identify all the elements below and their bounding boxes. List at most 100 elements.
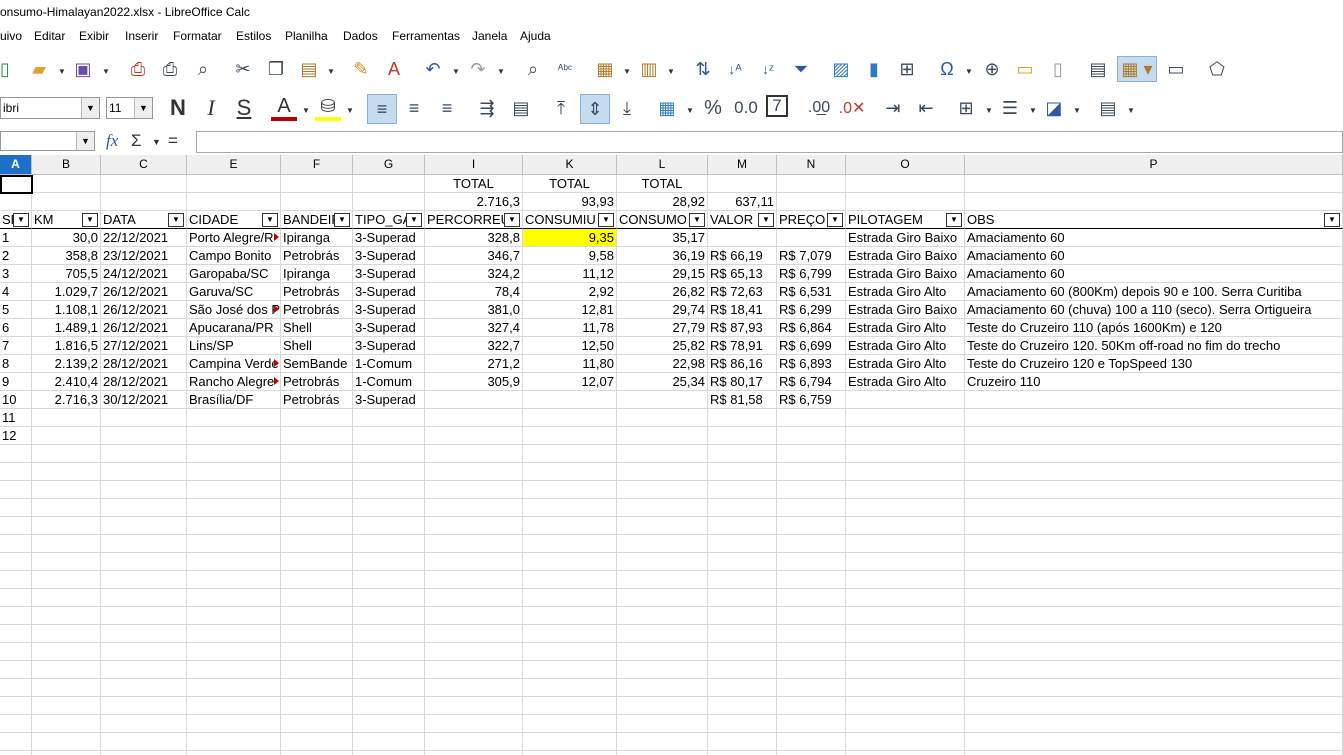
empty-cell[interactable] — [281, 679, 353, 697]
data-cell-r6-I[interactable]: 327,4 — [425, 319, 523, 337]
empty-cell[interactable] — [32, 535, 101, 553]
data-cell-r6-K[interactable]: 11,78 — [523, 319, 617, 337]
currency-dropdown-icon[interactable]: ▼ — [686, 106, 694, 115]
empty-cell[interactable] — [0, 553, 32, 571]
autofilter-button-E[interactable]: ▼ — [262, 213, 278, 227]
empty-cell[interactable] — [281, 481, 353, 499]
data-cell-r4-M[interactable]: R$ 72,63 — [708, 283, 777, 301]
empty-cell[interactable] — [523, 445, 617, 463]
empty-cell[interactable] — [708, 553, 777, 571]
font-name-dropdown-icon[interactable]: ▼ — [81, 98, 99, 118]
data-cell-r11-L[interactable] — [617, 409, 708, 427]
menu-item-5[interactable]: Estilos — [236, 29, 271, 43]
data-cell-r6-N[interactable]: R$ 6,864 — [777, 319, 846, 337]
empty-cell[interactable] — [523, 715, 617, 733]
autofilter-button-F[interactable]: ▼ — [334, 213, 350, 227]
empty-cell[interactable] — [32, 661, 101, 679]
data-cell-r9-G[interactable]: 1-Comum — [353, 373, 425, 391]
conditional-format-dropdown-icon[interactable]: ▼ — [1127, 106, 1135, 115]
paste-dropdown-icon[interactable]: ▼ — [327, 67, 335, 76]
data-cell-r7-L[interactable]: 25,82 — [617, 337, 708, 355]
autofilter-button-G[interactable]: ▼ — [406, 213, 422, 227]
date-format-icon[interactable]: 7 — [766, 95, 788, 117]
empty-cell[interactable] — [32, 625, 101, 643]
empty-cell[interactable] — [617, 589, 708, 607]
empty-cell[interactable] — [32, 517, 101, 535]
data-cell-r4-B[interactable]: 1.029,7 — [32, 283, 101, 301]
empty-cell[interactable] — [965, 733, 1343, 751]
empty-cell[interactable] — [281, 625, 353, 643]
column-header-E[interactable]: E — [187, 155, 281, 175]
data-cell-r4-O[interactable]: Estrada Giro Alto — [846, 283, 965, 301]
sum-icon[interactable]: Σ — [131, 131, 142, 151]
data-cell-r9-I[interactable]: 305,9 — [425, 373, 523, 391]
sum-cell-K[interactable]: 93,93 — [523, 193, 617, 211]
empty-cell[interactable] — [965, 661, 1343, 679]
empty-cell[interactable] — [846, 553, 965, 571]
totals-cell-C[interactable] — [101, 175, 187, 193]
data-cell-r12-O[interactable] — [846, 427, 965, 445]
empty-cell[interactable] — [708, 589, 777, 607]
data-cell-r4-N[interactable]: R$ 6,531 — [777, 283, 846, 301]
data-cell-r4-G[interactable]: 3-Superad — [353, 283, 425, 301]
empty-cell[interactable] — [187, 679, 281, 697]
data-cell-r11-G[interactable] — [353, 409, 425, 427]
empty-cell[interactable] — [425, 517, 523, 535]
menu-item-7[interactable]: Dados — [343, 29, 378, 43]
name-box-dropdown-icon[interactable]: ▼ — [76, 132, 94, 150]
autofilter-button-O[interactable]: ▼ — [946, 213, 962, 227]
empty-cell[interactable] — [617, 751, 708, 755]
data-cell-r1-M[interactable] — [708, 229, 777, 247]
empty-cell[interactable] — [777, 499, 846, 517]
empty-cell[interactable] — [708, 625, 777, 643]
empty-cell[interactable] — [617, 697, 708, 715]
data-cell-r8-O[interactable]: Estrada Giro Alto — [846, 355, 965, 373]
totals-cell-O[interactable] — [846, 175, 965, 193]
data-cell-r11-B[interactable] — [32, 409, 101, 427]
totals-cell-I[interactable]: TOTAL — [425, 175, 523, 193]
empty-cell[interactable] — [708, 517, 777, 535]
sort-ascending-icon[interactable]: ↓ᴬ — [722, 56, 748, 82]
data-cell-r12-A[interactable]: 12 — [0, 427, 32, 445]
data-cell-r10-N[interactable]: R$ 6,759 — [777, 391, 846, 409]
empty-cell[interactable] — [777, 679, 846, 697]
empty-cell[interactable] — [777, 571, 846, 589]
column-header-M[interactable]: M — [708, 155, 777, 175]
data-cell-r2-C[interactable]: 23/12/2021 — [101, 247, 187, 265]
spelling-icon[interactable]: ᴬᵇᶜ — [552, 56, 578, 82]
empty-cell[interactable] — [777, 589, 846, 607]
special-character-dropdown-icon[interactable]: ▼ — [965, 67, 973, 76]
data-cell-r4-E[interactable]: Garuva/SC — [187, 283, 281, 301]
data-cell-r7-A[interactable]: 7 — [0, 337, 32, 355]
empty-cell[interactable] — [777, 481, 846, 499]
empty-cell[interactable] — [353, 553, 425, 571]
empty-cell[interactable] — [617, 481, 708, 499]
data-cell-r5-E[interactable]: São José dos P — [187, 301, 281, 319]
data-cell-r8-E[interactable]: Campina Verde — [187, 355, 281, 373]
empty-cell[interactable] — [187, 625, 281, 643]
empty-cell[interactable] — [0, 679, 32, 697]
data-cell-r2-B[interactable]: 358,8 — [32, 247, 101, 265]
border-style-icon[interactable]: ☰ — [997, 95, 1023, 121]
data-cell-r3-L[interactable]: 29,15 — [617, 265, 708, 283]
data-cell-r10-F[interactable]: Petrobrás — [281, 391, 353, 409]
empty-cell[interactable] — [617, 463, 708, 481]
empty-cell[interactable] — [846, 679, 965, 697]
empty-cell[interactable] — [281, 589, 353, 607]
empty-cell[interactable] — [0, 571, 32, 589]
empty-cell[interactable] — [0, 463, 32, 481]
data-cell-r6-C[interactable]: 26/12/2021 — [101, 319, 187, 337]
empty-cell[interactable] — [965, 697, 1343, 715]
header-footer-icon[interactable]: ▯ — [1045, 56, 1071, 82]
empty-cell[interactable] — [965, 643, 1343, 661]
empty-cell[interactable] — [523, 481, 617, 499]
empty-cell[interactable] — [101, 589, 187, 607]
empty-cell[interactable] — [523, 697, 617, 715]
empty-cell[interactable] — [523, 607, 617, 625]
empty-cell[interactable] — [353, 751, 425, 755]
autofilter-button-M[interactable]: ▼ — [758, 213, 774, 227]
empty-cell[interactable] — [281, 661, 353, 679]
empty-cell[interactable] — [708, 643, 777, 661]
data-cell-r7-O[interactable]: Estrada Giro Alto — [846, 337, 965, 355]
empty-cell[interactable] — [353, 661, 425, 679]
